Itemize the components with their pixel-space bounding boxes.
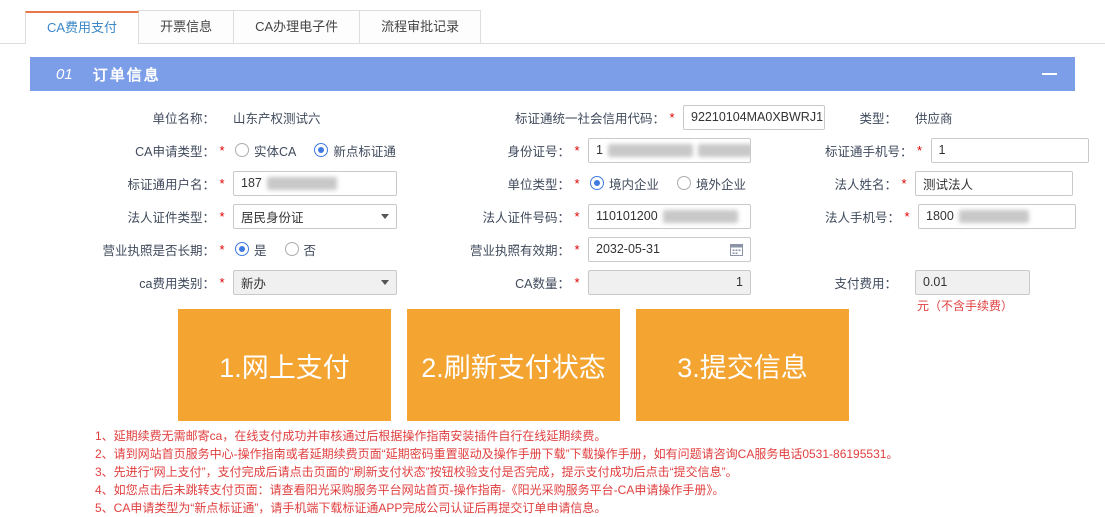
refresh-pay-status-button[interactable]: 2.刷新支付状态	[407, 309, 620, 421]
submit-info-button[interactable]: 3.提交信息	[636, 309, 849, 421]
note-line: 4、如您点击后未跳转支付页面：请查看阳光采购服务平台网站首页-操作指南-《阳光采…	[95, 481, 1105, 499]
section-number: 01	[56, 66, 73, 83]
collapse-icon[interactable]	[1042, 67, 1057, 82]
radio-label: 实体CA	[254, 141, 296, 160]
field-label-legal-cert-no: 法人证件号码：	[397, 207, 570, 226]
legal-cert-type-select[interactable]: 居民身份证	[233, 204, 397, 229]
redacted-text	[267, 177, 337, 190]
radio-icon	[314, 143, 328, 157]
required-asterisk: *	[217, 209, 227, 224]
bzt-phone-input[interactable]: 1	[931, 138, 1089, 163]
radio-label: 境内企业	[609, 174, 659, 193]
radio-label: 新点标证通	[333, 141, 396, 160]
radio-domestic-enterprise[interactable]: 境内企业	[590, 174, 669, 193]
required-asterisk: *	[572, 209, 582, 224]
bzt-username-input[interactable]: 187	[233, 171, 397, 196]
credit-code-input[interactable]: 92210104MA0XBWRJ1	[683, 105, 825, 130]
license-expiry-input[interactable]: 2032-05-31	[588, 237, 751, 262]
chevron-down-icon	[381, 280, 389, 285]
pay-fee-unit-note: 元（不含手续费）	[917, 297, 1013, 314]
radio-entity-ca[interactable]: 实体CA	[235, 141, 306, 160]
required-asterisk: *	[217, 143, 227, 158]
radio-label: 境外企业	[696, 174, 746, 193]
legal-phone-input[interactable]: 1800	[918, 204, 1076, 229]
field-label-unit-type: 单位类型：	[397, 174, 570, 193]
required-asterisk: *	[572, 242, 582, 257]
tab-approval-record[interactable]: 流程审批记录	[359, 10, 481, 43]
radio-icon	[235, 143, 249, 157]
radio-icon	[677, 176, 691, 190]
note-line: 2、请到网站首页服务中心-操作指南或者延期续费页面“延期密码重置驱动及操作手册下…	[95, 445, 1105, 463]
chevron-down-icon	[381, 214, 389, 219]
section-title: 订单信息	[93, 64, 161, 85]
pay-fee-input[interactable]: 0.01	[915, 270, 1030, 295]
field-label-ca-apply-type: CA申请类型：	[45, 141, 215, 160]
tab-invoice-info[interactable]: 开票信息	[138, 10, 234, 43]
ca-count-input[interactable]: 1	[588, 270, 751, 295]
required-asterisk: *	[572, 176, 582, 191]
radio-longterm-yes[interactable]: 是	[235, 240, 277, 259]
step-buttons: 1.网上支付 2.刷新支付状态 3.提交信息	[178, 309, 1105, 421]
radio-label: 否	[304, 240, 317, 259]
field-label-legal-name: 法人姓名：	[825, 174, 897, 193]
field-label-ca-fee-type: ca费用类别：	[45, 273, 215, 292]
id-number-input[interactable]: 1	[588, 138, 751, 163]
field-label-id-number: 身份证号：	[397, 141, 570, 160]
radio-icon	[285, 242, 299, 256]
required-asterisk: *	[902, 209, 912, 224]
field-label-unit-name: 单位名称：	[45, 108, 215, 127]
required-asterisk: *	[899, 176, 909, 191]
field-label-ca-count: CA数量：	[397, 273, 570, 292]
redacted-text	[959, 210, 1029, 223]
tab-bar: CA费用支付 开票信息 CA办理电子件 流程审批记录	[0, 10, 1105, 44]
tab-ca-fee-payment[interactable]: CA费用支付	[25, 11, 139, 44]
unit-name-value: 山东产权测试六	[233, 108, 321, 127]
field-label-credit-code: 标证通统一社会信用代码：	[515, 108, 665, 127]
field-label-bzt-username: 标证通用户名：	[45, 174, 215, 193]
required-asterisk: *	[572, 143, 582, 158]
section-header-order-info: 01 订单信息	[30, 57, 1075, 91]
required-asterisk: *	[217, 275, 227, 290]
note-line: 5、CA申请类型为“新点标证通”，请手机端下载标证通APP完成公司认证后再提交订…	[95, 499, 1105, 517]
notes-list: 1、延期续费无需邮寄ca，在线支付成功并审核通过后根据操作指南安装插件自行在线延…	[95, 427, 1105, 517]
field-label-bzt-phone: 标证通手机号：	[825, 141, 913, 160]
required-asterisk: *	[217, 242, 227, 257]
redacted-text	[608, 144, 693, 157]
tab-ca-electronic-files[interactable]: CA办理电子件	[233, 10, 360, 43]
required-asterisk: *	[572, 275, 582, 290]
legal-cert-no-input[interactable]: 110101200	[588, 204, 751, 229]
ca-fee-type-select[interactable]: 新办	[233, 270, 397, 295]
field-label-pay-fee: 支付费用：	[825, 273, 897, 292]
order-info-form: 单位名称： 山东产权测试六 标证通统一社会信用代码： * 92210104MA0…	[0, 91, 1105, 295]
radio-label: 是	[254, 240, 267, 259]
legal-name-input[interactable]: 测试法人	[915, 171, 1073, 196]
radio-foreign-enterprise[interactable]: 境外企业	[677, 174, 756, 193]
field-label-license-expiry: 营业执照有效期：	[397, 240, 570, 259]
required-asterisk: *	[217, 176, 227, 191]
field-label-type: 类型：	[825, 108, 897, 127]
field-label-license-longterm: 营业执照是否长期：	[45, 240, 215, 259]
note-line: 1、延期续费无需邮寄ca，在线支付成功并审核通过后根据操作指南安装插件自行在线延…	[95, 427, 1105, 445]
online-pay-button[interactable]: 1.网上支付	[178, 309, 391, 421]
calendar-icon[interactable]	[730, 243, 743, 256]
note-line: 3、先进行“网上支付”，支付完成后请点击页面的“刷新支付状态”按钮校验支付是否完…	[95, 463, 1105, 481]
radio-icon	[235, 242, 249, 256]
field-label-legal-cert-type: 法人证件类型：	[45, 207, 215, 226]
radio-xindian-bzt[interactable]: 新点标证通	[314, 141, 406, 160]
required-asterisk: *	[915, 143, 925, 158]
type-value: 供应商	[915, 108, 953, 127]
redacted-text	[663, 210, 738, 223]
radio-icon	[590, 176, 604, 190]
required-asterisk: *	[667, 110, 677, 125]
field-label-legal-phone: 法人手机号：	[825, 207, 900, 226]
radio-longterm-no[interactable]: 否	[285, 240, 327, 259]
redacted-text	[698, 144, 751, 157]
